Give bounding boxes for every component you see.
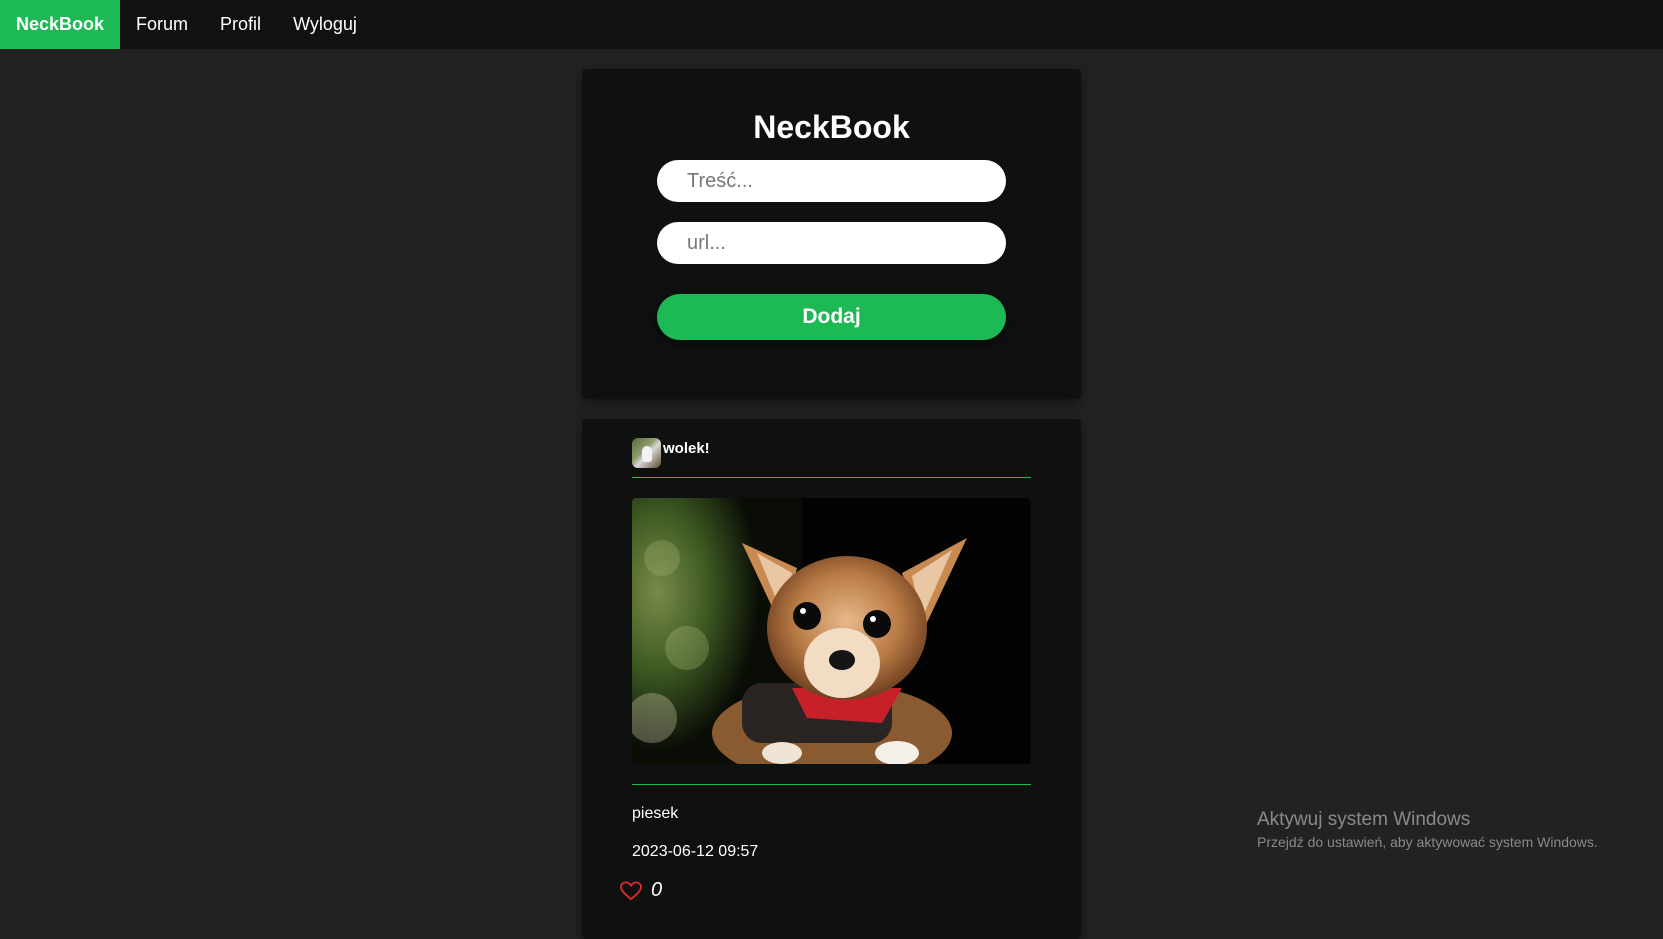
url-input[interactable]	[657, 222, 1006, 264]
new-post-card: NeckBook Dodaj	[582, 69, 1081, 399]
post-header: wolek!	[632, 438, 710, 468]
post-date: 2023-06-12 09:57	[632, 843, 759, 860]
divider	[632, 477, 1031, 478]
post-text: piesek	[632, 805, 679, 822]
nav-item-forum[interactable]: Forum	[120, 0, 204, 49]
post-author[interactable]: wolek!	[663, 440, 710, 457]
post-card: wolek! piesek 2023-06-12 09:57 0	[582, 419, 1081, 939]
nav-brand-link[interactable]: NeckBook	[0, 0, 121, 49]
windows-activation-watermark: Aktywuj system Windows Przejdź do ustawi…	[1257, 809, 1598, 850]
post-image	[632, 498, 1031, 764]
like-count: 0	[651, 879, 663, 901]
avatar[interactable]	[632, 438, 661, 468]
content-input[interactable]	[657, 160, 1006, 202]
watermark-title: Aktywuj system Windows	[1257, 809, 1471, 830]
nav-item-profil[interactable]: Profil	[204, 0, 277, 49]
dog-photo	[632, 498, 1031, 764]
divider	[632, 784, 1031, 785]
watermark-subtitle: Przejdź do ustawień, aby aktywować syste…	[1257, 834, 1598, 850]
nav-item-wyloguj[interactable]: Wyloguj	[277, 0, 373, 49]
form-title: NeckBook	[753, 109, 910, 145]
add-post-button[interactable]: Dodaj	[657, 294, 1006, 340]
heart-icon[interactable]	[620, 880, 642, 901]
top-navigation: NeckBook Forum Profil Wyloguj	[0, 0, 1663, 49]
like-row: 0	[620, 879, 662, 902]
